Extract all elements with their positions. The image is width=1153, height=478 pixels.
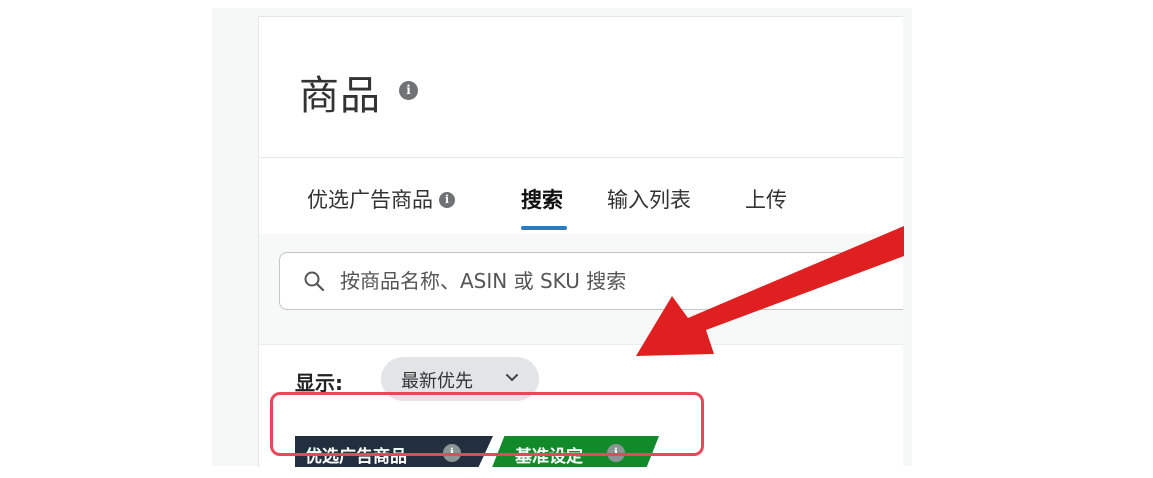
tab-upload[interactable]: 上传 <box>745 184 787 214</box>
tab-label: 输入列表 <box>607 188 691 212</box>
info-icon[interactable]: i <box>439 191 455 208</box>
tab-enter-list[interactable]: 输入列表 <box>607 184 691 214</box>
search-area <box>259 234 903 344</box>
panel-header: 商品 i <box>259 17 903 158</box>
tab-search[interactable]: 搜索 <box>521 184 563 214</box>
chevron-down-icon <box>506 374 518 381</box>
screenshot-stage: 商品 i 优选广告商品 i 搜索 输入列表 上传 按商品名称、ASIN 或 SK… <box>0 0 1153 478</box>
tab-featured-products[interactable]: 优选广告商品 i <box>307 184 455 214</box>
tab-bar: 优选广告商品 i 搜索 输入列表 上传 <box>259 158 903 234</box>
search-box[interactable] <box>279 252 903 310</box>
tab-label: 搜索 <box>521 188 563 212</box>
tab-label: 优选广告商品 <box>307 188 433 212</box>
title-info-icon[interactable]: i <box>399 81 418 100</box>
search-icon <box>304 271 325 292</box>
page-title: 商品 <box>299 73 381 119</box>
active-tab-indicator <box>521 226 567 230</box>
tab-label: 上传 <box>745 188 787 212</box>
highlight-annotation-box <box>270 392 704 456</box>
sort-selected-value: 最新优先 <box>401 371 473 392</box>
search-input[interactable] <box>340 265 900 297</box>
